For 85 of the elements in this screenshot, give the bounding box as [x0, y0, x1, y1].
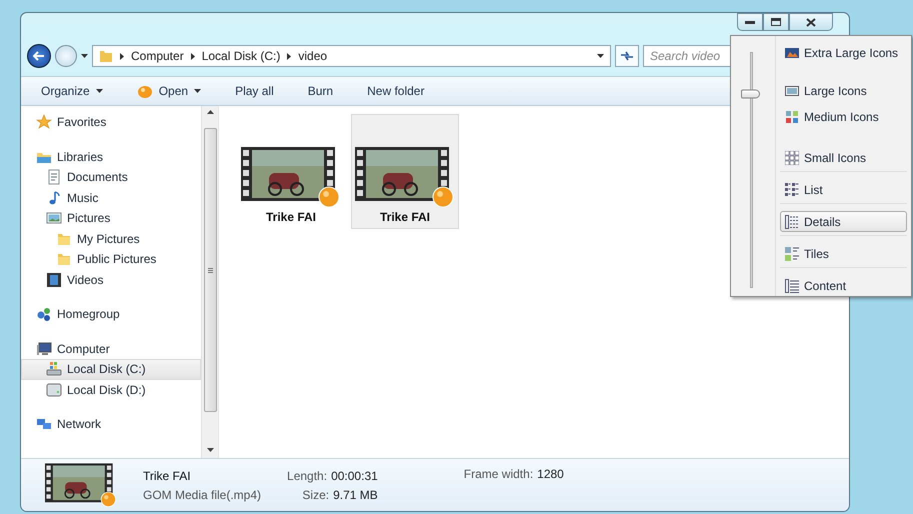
nav-item[interactable]: Network: [21, 414, 201, 434]
refresh-icon: [620, 51, 634, 61]
back-arrow-icon: [33, 51, 45, 61]
nav-item[interactable]: Computer: [21, 338, 201, 359]
maximize-button[interactable]: [763, 13, 789, 31]
nav-item[interactable]: Local Disk (D:): [21, 380, 201, 400]
folder-icon: [56, 251, 72, 268]
nav-item[interactable]: My Pictures: [21, 228, 201, 249]
property-value: 00:00:31: [331, 468, 378, 482]
close-icon: [806, 18, 816, 26]
nav-item[interactable]: Libraries: [21, 146, 201, 167]
scroll-up-icon[interactable]: [206, 110, 214, 114]
toolbar-button[interactable]: Open: [128, 81, 210, 101]
view-content-icon: [785, 278, 799, 293]
back-button[interactable]: [27, 44, 51, 68]
view-option[interactable]: Tiles: [780, 243, 907, 264]
view-large-icon: [785, 84, 799, 98]
scroll-down-icon[interactable]: [206, 448, 214, 452]
file-name: Trike FAI: [380, 210, 430, 224]
view-option[interactable]: Details: [780, 211, 907, 232]
file-item[interactable]: Trike FAI: [351, 114, 459, 229]
minimize-button[interactable]: [737, 13, 763, 31]
nav-item[interactable]: Videos: [21, 270, 201, 290]
file-name: Trike FAI: [266, 210, 316, 224]
property-label: Length:: [287, 468, 328, 482]
scrollbar-thumb[interactable]: [204, 128, 216, 412]
close-button[interactable]: [789, 13, 833, 31]
caret-icon: [81, 54, 88, 58]
media-player-icon: [136, 84, 153, 98]
view-slider[interactable]: [741, 52, 762, 288]
address-bar[interactable]: Computer Local Disk (C:) video: [92, 45, 611, 67]
chevron-icon[interactable]: [120, 52, 124, 60]
view-option[interactable]: Medium Icons: [780, 106, 907, 128]
document-icon: [46, 169, 62, 186]
computer-icon: [36, 340, 52, 357]
refresh-button[interactable]: [615, 45, 639, 67]
breadcrumb[interactable]: Computer: [131, 49, 184, 63]
nav-item[interactable]: Favorites: [21, 112, 201, 132]
caret-icon: [96, 89, 103, 93]
chevron-icon[interactable]: [190, 52, 195, 60]
maximize-icon: [771, 18, 781, 26]
caret-icon: [597, 54, 604, 58]
pictures-icon: [46, 210, 62, 226]
folder-icon: [99, 49, 113, 63]
video-thumbnail: [45, 463, 117, 507]
minimize-icon: [745, 20, 755, 24]
breadcrumb[interactable]: video: [298, 49, 328, 63]
file-name: Trike FAI: [143, 468, 192, 482]
chevron-icon[interactable]: [287, 52, 292, 60]
view-small-icon: [785, 150, 799, 165]
nav-item[interactable]: Music: [21, 188, 201, 208]
drive-icon: [46, 382, 62, 398]
property-label: Size:: [302, 488, 330, 502]
toolbar-button[interactable]: Organize: [33, 81, 111, 101]
view-medium-icon: [785, 110, 799, 124]
view-option[interactable]: Content: [780, 275, 907, 296]
videos-icon: [46, 272, 62, 288]
nav-item[interactable]: Pictures: [21, 208, 201, 228]
property-value: 9.71 MB: [333, 488, 378, 502]
view-option[interactable]: Small Icons: [780, 147, 907, 168]
view-details-icon: [785, 214, 799, 229]
grip-icon: [208, 268, 212, 272]
caret-icon: [194, 89, 202, 93]
star-icon: [36, 114, 52, 130]
homegroup-icon: [36, 306, 52, 322]
file-type: GOM Media file(.mp4): [143, 488, 262, 502]
toolbar-button[interactable]: Play all: [227, 81, 282, 101]
slider-thumb[interactable]: [741, 90, 760, 99]
toolbar-button[interactable]: Burn: [300, 81, 342, 101]
view-option[interactable]: Extra Large Icons: [780, 42, 907, 64]
property-value: 1280: [537, 467, 564, 481]
file-item[interactable]: Trike FAI: [237, 114, 345, 229]
nav-item[interactable]: Local Disk (C:): [21, 359, 201, 380]
nav-item[interactable]: Homegroup: [21, 304, 201, 324]
breadcrumb[interactable]: Local Disk (C:): [202, 49, 280, 63]
view-tiles-icon: [785, 246, 799, 261]
view-option[interactable]: List: [780, 179, 907, 200]
nav-item[interactable]: Documents: [21, 167, 201, 188]
property-label: Frame width:: [464, 467, 534, 481]
toolbar-button[interactable]: New folder: [359, 81, 432, 101]
view-xl-icon: [785, 46, 799, 60]
nav-item[interactable]: Public Pictures: [21, 249, 201, 270]
view-list-icon: [785, 182, 799, 197]
system-drive-icon: [46, 361, 62, 378]
view-option[interactable]: Large Icons: [780, 80, 907, 102]
